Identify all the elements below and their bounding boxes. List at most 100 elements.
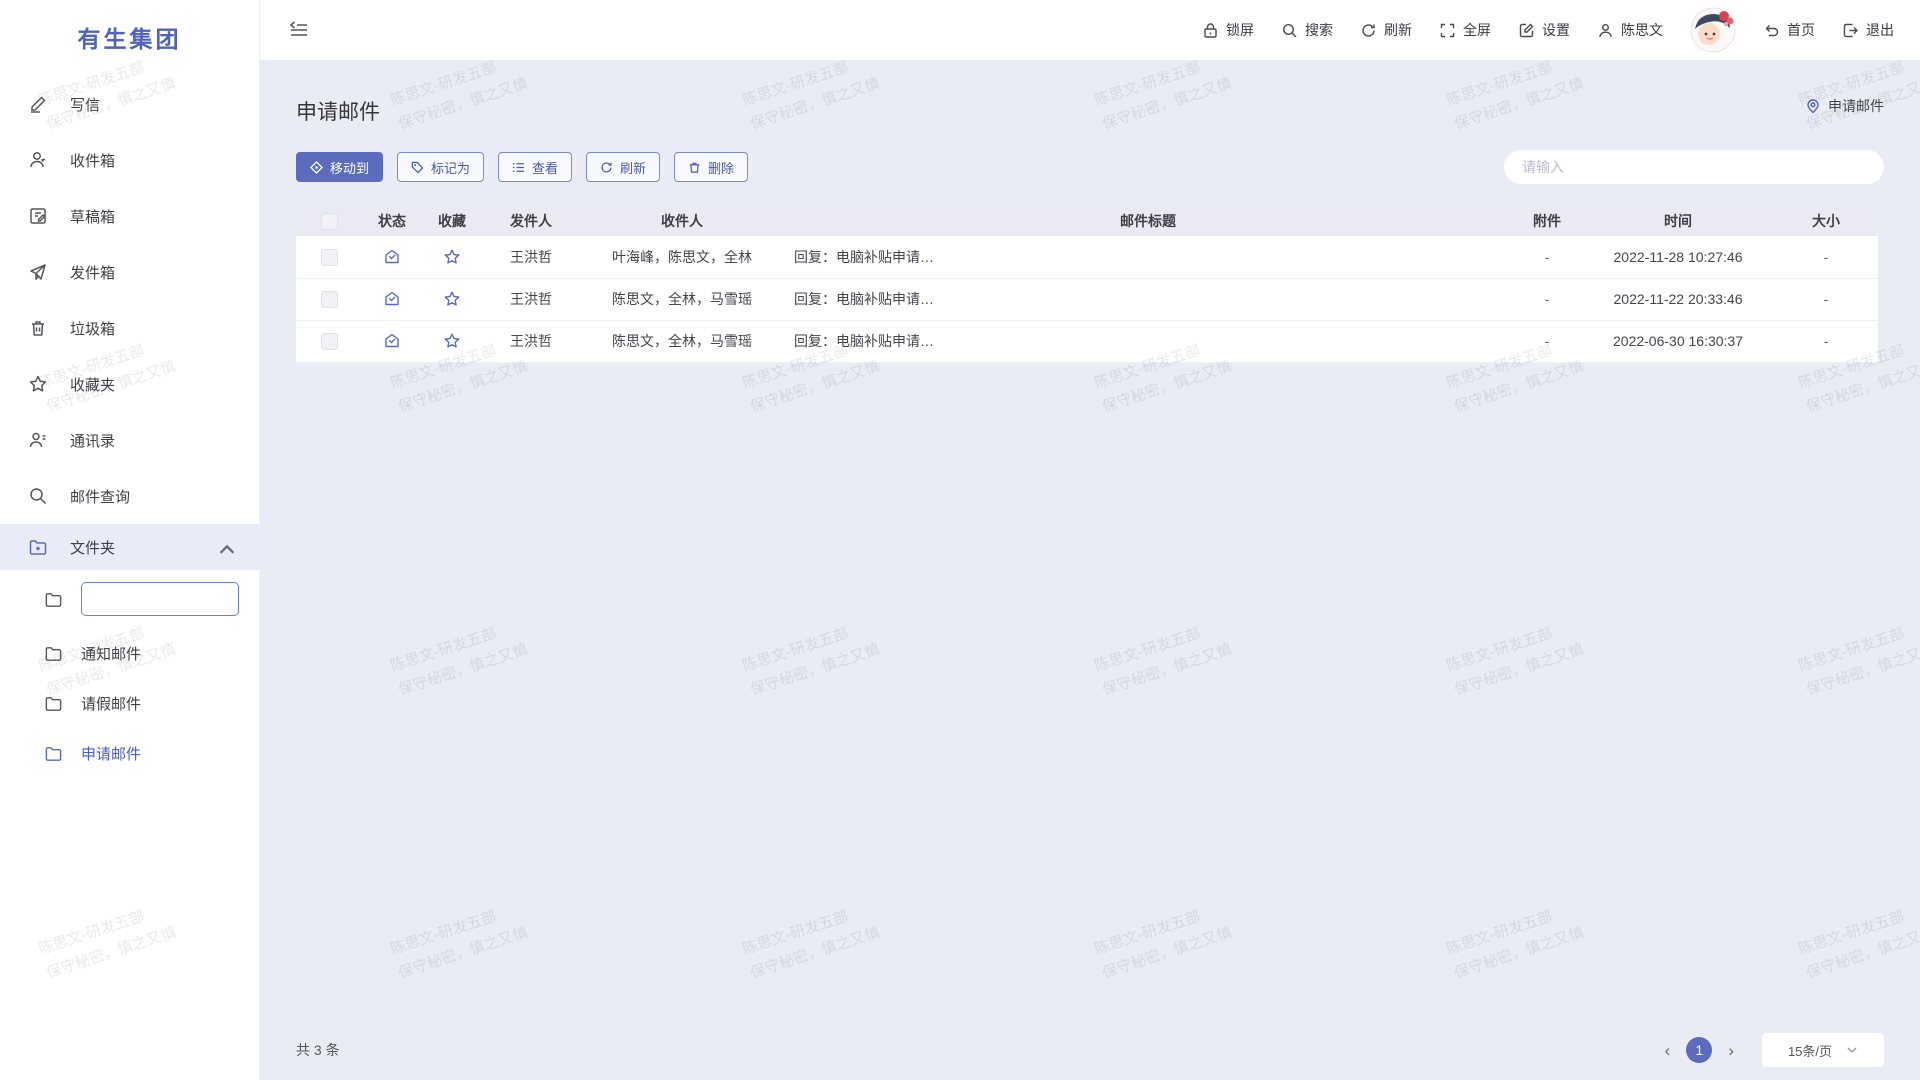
time-cell: 2022-11-22 20:33:46 bbox=[1582, 278, 1774, 320]
toolbar: 移动到 标记为 查看 刷新 删除 bbox=[296, 152, 1884, 182]
star-icon[interactable] bbox=[443, 248, 461, 266]
subject-cell[interactable]: 回复：电脑补贴申请… bbox=[784, 236, 1512, 278]
breadcrumb[interactable]: 申请邮件 bbox=[1805, 96, 1884, 116]
trash-icon bbox=[688, 161, 701, 174]
sidebar-item-inbox[interactable]: 收件箱 bbox=[0, 132, 259, 188]
home-label: 首页 bbox=[1787, 20, 1815, 40]
lock-icon bbox=[1202, 22, 1219, 39]
fullscreen-label: 全屏 bbox=[1463, 20, 1491, 40]
sidebar-folder-notice[interactable]: 通知邮件 bbox=[0, 628, 259, 678]
settings-button[interactable]: 设置 bbox=[1518, 20, 1570, 40]
move-icon bbox=[310, 161, 323, 174]
col-time: 时间 bbox=[1582, 206, 1774, 236]
table-row[interactable]: 王洪哲 叶海峰，陈思文，全林 回复：电脑补贴申请… - 2022-11-28 1… bbox=[296, 236, 1878, 278]
col-size: 大小 bbox=[1774, 206, 1878, 236]
new-folder-input[interactable] bbox=[81, 582, 239, 616]
mail-open-icon bbox=[383, 248, 401, 266]
global-search-button[interactable]: 搜索 bbox=[1281, 20, 1333, 40]
logout-label: 退出 bbox=[1866, 20, 1894, 40]
table-row[interactable]: 王洪哲 陈思文，全林，马雪瑶 回复：电脑补贴申请… - 2022-11-22 2… bbox=[296, 278, 1878, 320]
sidebar-item-label: 通讯录 bbox=[70, 430, 115, 451]
view-button[interactable]: 查看 bbox=[498, 152, 572, 182]
current-page[interactable]: 1 bbox=[1686, 1037, 1712, 1063]
location-pin-icon bbox=[1805, 98, 1821, 114]
refresh-list-button[interactable]: 刷新 bbox=[586, 152, 660, 182]
mark-as-button[interactable]: 标记为 bbox=[397, 152, 484, 182]
sidebar-item-label: 垃圾箱 bbox=[70, 318, 115, 339]
prev-page-button[interactable]: ‹ bbox=[1661, 1042, 1675, 1059]
col-status: 状态 bbox=[362, 206, 422, 236]
sidebar-item-label: 收件箱 bbox=[70, 150, 115, 171]
user-name: 陈思文 bbox=[1621, 20, 1663, 40]
table-row[interactable]: 王洪哲 陈思文，全林，马雪瑶 回复：电脑补贴申请… - 2022-06-30 1… bbox=[296, 320, 1878, 362]
star-icon bbox=[28, 374, 48, 394]
menu-fold-icon[interactable] bbox=[288, 19, 310, 41]
table-header-row: 状态 收藏 发件人 收件人 邮件标题 附件 时间 大小 bbox=[296, 206, 1878, 236]
move-to-label: 移动到 bbox=[330, 158, 369, 177]
draft-document-icon bbox=[28, 206, 48, 226]
folder-label: 请假邮件 bbox=[81, 693, 141, 714]
sidebar-nav: 写信 收件箱 草稿箱 发件箱 垃圾箱 收藏夹 通讯录 邮件查询 bbox=[0, 76, 259, 524]
sidebar-item-label: 邮件查询 bbox=[70, 486, 130, 507]
logout-icon bbox=[1842, 22, 1859, 39]
user-menu[interactable]: 陈思文 bbox=[1597, 20, 1663, 40]
pagination: ‹ 1 › 15条/页 bbox=[1661, 1033, 1884, 1067]
size-cell: - bbox=[1774, 236, 1878, 278]
trash-icon bbox=[28, 318, 48, 338]
tag-icon bbox=[411, 161, 424, 174]
recipients-cell: 陈思文，全林，马雪瑶 bbox=[580, 320, 784, 362]
refresh-button[interactable]: 刷新 bbox=[1360, 20, 1412, 40]
inbox-person-icon bbox=[28, 150, 48, 170]
lock-screen-label: 锁屏 bbox=[1226, 20, 1254, 40]
sidebar-item-label: 发件箱 bbox=[70, 262, 115, 283]
folder-plus-icon bbox=[28, 537, 48, 557]
star-icon[interactable] bbox=[443, 332, 461, 350]
edit-square-icon bbox=[1518, 22, 1535, 39]
sidebar-folder-leave[interactable]: 请假邮件 bbox=[0, 678, 259, 728]
size-cell: - bbox=[1774, 278, 1878, 320]
mail-table: 状态 收藏 发件人 收件人 邮件标题 附件 时间 大小 王洪哲 叶海峰，陈思文，… bbox=[296, 206, 1878, 363]
list-footer: 共 3 条 ‹ 1 › 15条/页 bbox=[296, 1030, 1884, 1070]
sidebar-item-compose[interactable]: 写信 bbox=[0, 76, 259, 132]
mail-open-icon bbox=[383, 332, 401, 350]
star-icon[interactable] bbox=[443, 290, 461, 308]
page-title: 申请邮件 bbox=[296, 96, 1884, 126]
sidebar-folder-apply[interactable]: 申请邮件 bbox=[0, 728, 259, 778]
delete-button[interactable]: 删除 bbox=[674, 152, 748, 182]
size-cell: - bbox=[1774, 320, 1878, 362]
folders-label: 文件夹 bbox=[70, 537, 115, 558]
subject-cell[interactable]: 回复：电脑补贴申请… bbox=[784, 320, 1512, 362]
sidebar-item-folders[interactable]: 文件夹 bbox=[0, 524, 259, 570]
avatar[interactable] bbox=[1690, 7, 1736, 53]
row-checkbox[interactable] bbox=[321, 291, 338, 308]
chevron-up-icon bbox=[217, 540, 231, 554]
logout-button[interactable]: 退出 bbox=[1842, 20, 1894, 40]
sidebar-item-contacts[interactable]: 通讯录 bbox=[0, 412, 259, 468]
sidebar-item-label: 写信 bbox=[70, 94, 100, 115]
move-to-button[interactable]: 移动到 bbox=[296, 152, 383, 182]
sidebar-item-favorites[interactable]: 收藏夹 bbox=[0, 356, 259, 412]
per-page-select[interactable]: 15条/页 bbox=[1762, 1033, 1884, 1067]
folder-icon bbox=[44, 644, 63, 663]
breadcrumb-label: 申请邮件 bbox=[1828, 96, 1884, 116]
home-button[interactable]: 首页 bbox=[1763, 20, 1815, 40]
folder-icon bbox=[44, 744, 63, 763]
row-checkbox[interactable] bbox=[321, 249, 338, 266]
attachment-cell: - bbox=[1512, 320, 1582, 362]
sidebar-item-label: 收藏夹 bbox=[70, 374, 115, 395]
person-icon bbox=[1597, 22, 1614, 39]
search-icon bbox=[28, 486, 48, 506]
row-checkbox[interactable] bbox=[321, 333, 338, 350]
sidebar-item-drafts[interactable]: 草稿箱 bbox=[0, 188, 259, 244]
next-page-button[interactable]: › bbox=[1724, 1042, 1738, 1059]
select-all-checkbox[interactable] bbox=[321, 213, 338, 230]
list-search-input[interactable] bbox=[1504, 150, 1884, 184]
view-label: 查看 bbox=[532, 158, 558, 177]
sidebar-item-mail-search[interactable]: 邮件查询 bbox=[0, 468, 259, 524]
lock-screen-button[interactable]: 锁屏 bbox=[1202, 20, 1254, 40]
total-count: 共 3 条 bbox=[296, 1040, 340, 1060]
fullscreen-button[interactable]: 全屏 bbox=[1439, 20, 1491, 40]
sidebar-item-trash[interactable]: 垃圾箱 bbox=[0, 300, 259, 356]
subject-cell[interactable]: 回复：电脑补贴申请… bbox=[784, 278, 1512, 320]
sidebar-item-sent[interactable]: 发件箱 bbox=[0, 244, 259, 300]
